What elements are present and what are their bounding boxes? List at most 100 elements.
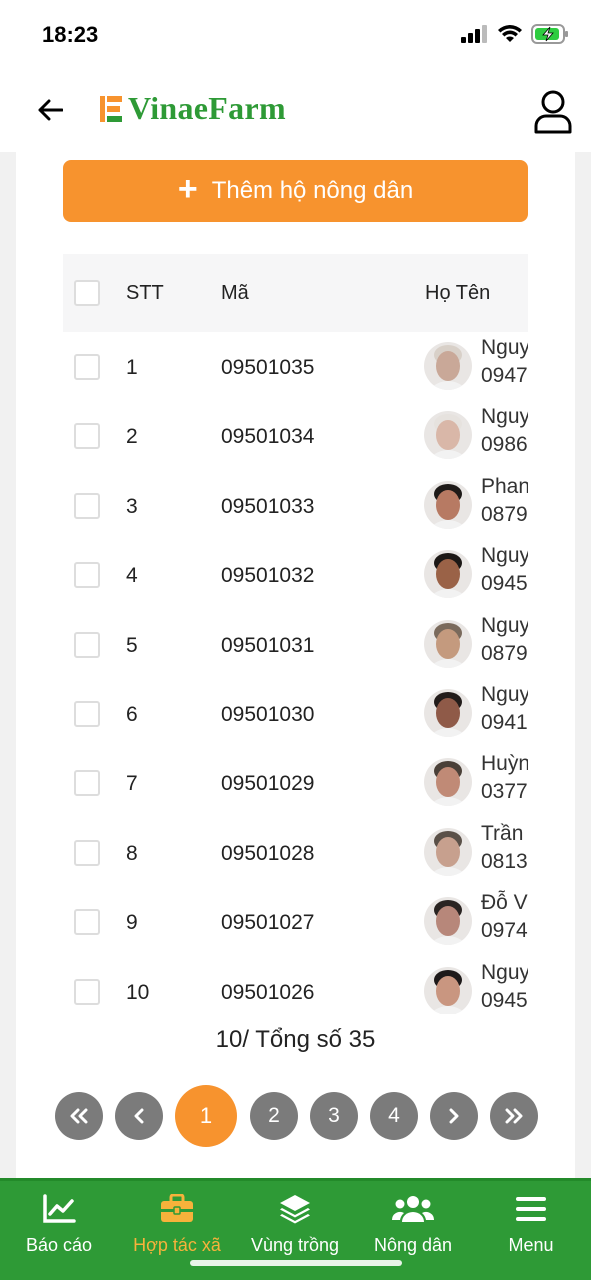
row-code: 09501027 [221, 911, 315, 934]
row-name: Nguy [481, 683, 528, 706]
avatar [424, 967, 472, 1014]
row-checkbox[interactable] [74, 909, 100, 935]
row-checkbox[interactable] [74, 632, 100, 658]
row-name: Nguy [481, 405, 528, 428]
row-name: Đỗ V [481, 891, 528, 914]
row-code: 09501028 [221, 842, 315, 865]
table-row[interactable]: 9 09501027 Đỗ V 0974 [63, 887, 528, 956]
page-button-3[interactable]: 3 [310, 1092, 358, 1140]
row-stt: 7 [126, 772, 138, 795]
chevron-right-icon [449, 1108, 459, 1124]
row-phone: 0974 [481, 919, 528, 942]
table-row[interactable]: 6 09501030 Nguy 0941 [63, 679, 528, 748]
row-code: 09501030 [221, 703, 315, 726]
row-stt: 10 [126, 981, 150, 1004]
row-phone: 0945 [481, 989, 528, 1012]
table-row[interactable]: 10 09501026 Nguy 0945 [63, 957, 528, 1014]
row-checkbox[interactable] [74, 770, 100, 796]
row-stt: 6 [126, 703, 138, 726]
row-name: Nguy [481, 544, 528, 567]
double-chevron-right-icon [505, 1108, 523, 1124]
avatar [424, 550, 472, 598]
logo-mark-icon [100, 94, 124, 124]
row-checkbox[interactable] [74, 354, 100, 380]
brand-name: VinaeFarm [128, 90, 286, 126]
status-icons [461, 24, 569, 44]
table-header: STT Mã Họ Tên [63, 254, 528, 332]
select-all-checkbox[interactable] [74, 280, 100, 306]
nav-item-reports[interactable]: Báo cáo [0, 1189, 118, 1256]
avatar [424, 342, 472, 390]
pagination: 1 2 3 4 [16, 1082, 575, 1147]
row-code: 09501033 [221, 495, 315, 518]
row-name: Nguy [481, 614, 528, 637]
next-page-button[interactable] [430, 1092, 478, 1140]
plus-icon: + [177, 170, 198, 208]
table-row[interactable]: 3 09501033 Phan 0879 [63, 471, 528, 540]
row-checkbox[interactable] [74, 562, 100, 588]
table-row[interactable]: 5 09501031 Nguy 0879 [63, 610, 528, 679]
row-phone: 0945 [481, 572, 528, 595]
page-button-1[interactable]: 1 [175, 1085, 237, 1147]
row-code: 09501035 [221, 356, 315, 379]
last-page-button[interactable] [490, 1092, 538, 1140]
nav-item-menu[interactable]: Menu [472, 1189, 590, 1256]
brand-logo: VinaeFarm [100, 90, 286, 127]
double-chevron-left-icon [70, 1108, 88, 1124]
row-name: Huỳn [481, 752, 528, 775]
row-stt: 4 [126, 564, 138, 587]
row-checkbox[interactable] [74, 701, 100, 727]
row-code: 09501032 [221, 564, 315, 587]
menu-icon [516, 1197, 546, 1221]
row-phone: 0879 [481, 503, 528, 526]
chart-icon [43, 1194, 76, 1223]
status-time: 18:23 [42, 22, 99, 47]
table-row[interactable]: 1 09501035 Nguy 0947 [63, 332, 528, 401]
avatar [424, 411, 472, 459]
chevron-left-icon [134, 1108, 144, 1124]
table-row[interactable]: 2 09501034 Nguy 0986 [63, 401, 528, 470]
farmer-table: STT Mã Họ Tên 1 09501035 Nguy 0947 2 09501034… [63, 254, 528, 1014]
user-icon [534, 90, 572, 134]
back-button[interactable] [34, 94, 66, 126]
profile-button[interactable] [533, 90, 573, 134]
battery-icon [531, 24, 568, 44]
nav-label-growing-area: Vùng trồng [250, 1235, 340, 1255]
row-phone: 0986 [481, 433, 528, 456]
row-name: Phan [481, 475, 528, 498]
row-checkbox[interactable] [74, 493, 100, 519]
add-farmer-label: Thêm hộ nông dân [211, 177, 414, 204]
wifi-icon [498, 25, 522, 42]
avatar [424, 620, 472, 668]
prev-page-button[interactable] [115, 1092, 163, 1140]
nav-label-menu: Menu [508, 1235, 554, 1255]
page-button-2[interactable]: 2 [250, 1092, 298, 1140]
column-header-name: Họ Tên [425, 282, 491, 304]
avatar [424, 689, 472, 737]
layers-icon [280, 1195, 310, 1224]
nav-item-growing-area[interactable]: Vùng trồng [236, 1189, 354, 1256]
avatar [424, 828, 472, 876]
first-page-button[interactable] [55, 1092, 103, 1140]
table-row[interactable]: 4 09501032 Nguy 0945 [63, 540, 528, 609]
row-stt: 1 [126, 356, 138, 379]
add-farmer-button[interactable]: + Thêm hộ nông dân [63, 160, 528, 222]
row-phone: 0377 [481, 780, 528, 803]
row-stt: 5 [126, 634, 138, 657]
row-stt: 9 [126, 911, 138, 934]
page-button-4[interactable]: 4 [370, 1092, 418, 1140]
row-stt: 8 [126, 842, 138, 865]
row-name: Nguy [481, 961, 528, 984]
row-phone: 0879 [481, 642, 528, 665]
row-checkbox[interactable] [74, 423, 100, 449]
briefcase-icon [161, 1194, 193, 1222]
row-checkbox[interactable] [74, 840, 100, 866]
home-indicator[interactable] [190, 1260, 402, 1266]
nav-item-cooperative[interactable]: Hợp tác xã [118, 1189, 236, 1256]
nav-item-farmers[interactable]: Nông dân [354, 1189, 472, 1256]
row-checkbox[interactable] [74, 979, 100, 1005]
table-row[interactable]: 7 09501029 Huỳn 0377 [63, 748, 528, 817]
table-row[interactable]: 8 09501028 Trần 0813 [63, 818, 528, 887]
row-code: 09501029 [221, 772, 315, 795]
nav-label-reports: Báo cáo [25, 1235, 93, 1255]
